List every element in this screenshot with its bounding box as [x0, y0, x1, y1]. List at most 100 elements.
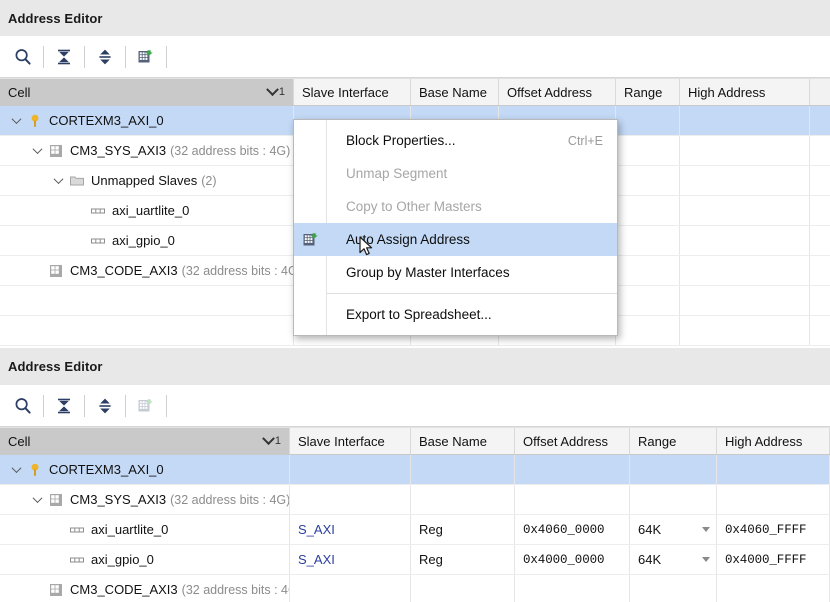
cell-name-cell: axi_gpio_0 — [0, 226, 294, 255]
search-icon — [13, 396, 33, 416]
high-address-cell[interactable]: 0x4000_FFFF — [717, 545, 830, 574]
cell-name-cell: CM3_CODE_AXI3(32 address bits : 4G) — [0, 256, 294, 285]
interface-grid-icon — [48, 492, 64, 508]
search-button[interactable] — [6, 389, 40, 423]
empty-cell — [680, 316, 810, 345]
table-row[interactable]: axi_gpio_0 S_AXI Reg 0x4000_0000 64K 0x4000_F… — [0, 545, 830, 575]
master-pin-icon — [27, 113, 43, 129]
expand-collapse-chevron-icon[interactable] — [50, 173, 66, 189]
column-header-base-name[interactable]: Base Name — [411, 79, 499, 105]
column-header-range[interactable]: Range — [616, 79, 680, 105]
cell-label: CM3_CODE_AXI3 — [70, 263, 178, 278]
high-address-cell — [717, 485, 830, 514]
high-address-cell[interactable]: 0x4060_FFFF — [717, 515, 830, 544]
twisty-spacer — [71, 233, 87, 249]
range-cell — [630, 455, 717, 484]
expand-collapse-chevron-icon[interactable] — [29, 492, 45, 508]
offset-address-cell[interactable]: 0x4000_0000 — [515, 545, 630, 574]
expand-all-button[interactable] — [88, 389, 122, 423]
sort-order-number: 1 — [275, 435, 281, 447]
context-menu-item[interactable]: Group by Master Interfaces — [294, 256, 617, 289]
column-header-offset-address[interactable]: Offset Address — [499, 79, 616, 105]
offset-address-cell — [515, 575, 630, 602]
range-cell — [630, 485, 717, 514]
cell-label: CM3_SYS_AXI3 — [70, 143, 166, 158]
expand-all-icon — [95, 47, 115, 67]
cell-name-cell: Unmapped Slaves(2) — [0, 166, 294, 195]
context-menu-item[interactable]: Auto Assign Address — [294, 223, 617, 256]
expand-all-button[interactable] — [88, 40, 122, 74]
column-header-offset-address[interactable]: Offset Address — [515, 428, 630, 454]
collapse-all-button[interactable] — [47, 389, 81, 423]
sort-indicator: 1 — [268, 86, 285, 98]
expand-collapse-chevron-icon[interactable] — [8, 462, 24, 478]
range-cell[interactable]: 64K — [630, 545, 717, 574]
table-row[interactable]: CM3_SYS_AXI3(32 address bits : 4G) — [0, 485, 830, 515]
segment-icon — [90, 233, 106, 249]
range-cell — [616, 256, 680, 285]
high-address-cell — [680, 106, 810, 135]
column-header-cell[interactable]: Cell1 — [0, 428, 290, 454]
auto-assign-address-icon — [137, 48, 155, 66]
offset-address-cell — [515, 485, 630, 514]
offset-address-cell[interactable]: 0x4060_0000 — [515, 515, 630, 544]
interface-grid-icon — [48, 263, 64, 279]
table-row[interactable]: CORTEXM3_AXI_0 — [0, 455, 830, 485]
range-value: 64K — [638, 552, 661, 567]
high-address-cell-value: 0x4060_FFFF — [725, 523, 806, 537]
high-address-cell — [717, 575, 830, 602]
column-header-high-address[interactable]: High Address — [680, 79, 810, 105]
range-cell — [616, 226, 680, 255]
high-address-cell — [680, 196, 810, 225]
slave-interface-cell[interactable]: S_AXI — [290, 545, 411, 574]
search-button[interactable] — [6, 40, 40, 74]
column-header-range[interactable]: Range — [630, 428, 717, 454]
column-header-slave-interface[interactable]: Slave Interface — [294, 79, 411, 105]
context-menu-item: Copy to Other Masters — [294, 190, 617, 223]
chevron-down-icon — [266, 83, 279, 96]
auto-assign-address-button[interactable] — [129, 40, 163, 74]
column-header-label: Range — [624, 85, 662, 100]
expand-collapse-chevron-icon[interactable] — [8, 113, 24, 129]
column-header-high-address[interactable]: High Address — [717, 428, 830, 454]
context-menu-item-label: Unmap Segment — [346, 166, 447, 181]
cell-name-cell: CORTEXM3_AXI_0 — [0, 455, 290, 484]
table-row[interactable]: CM3_CODE_AXI3 (32 address bits : 4G) — [0, 575, 830, 602]
chevron-down-icon — [262, 432, 275, 445]
cell-sublabel: (32 address bits : 4G) — [182, 583, 290, 597]
column-header-slave-interface[interactable]: Slave Interface — [290, 428, 411, 454]
base-name-cell-value: Reg — [419, 522, 443, 537]
cell-sublabel: (2) — [201, 174, 216, 188]
cell-name-cell: CORTEXM3_AXI_0 — [0, 106, 294, 135]
context-menu[interactable]: Block Properties...Ctrl+E Unmap Segment Co… — [293, 119, 618, 336]
column-header-cell[interactable]: Cell 1 — [0, 79, 294, 105]
table-row[interactable]: axi_uartlite_0 S_AXI Reg 0x4060_000064K 0x40… — [0, 515, 830, 545]
column-header-base-name[interactable]: Base Name — [411, 428, 515, 454]
table-header-bottom: Cell1Slave InterfaceBase NameOffset Addr… — [0, 427, 830, 455]
cell-label: axi_gpio_0 — [91, 552, 154, 567]
collapse-all-icon — [54, 396, 74, 416]
slave-interface-cell-value: S_AXI — [298, 552, 335, 567]
cell-name-cell: CM3_CODE_AXI3 (32 address bits : 4G) — [0, 575, 290, 602]
base-name-cell[interactable]: Reg — [411, 545, 515, 574]
chevron-down-icon[interactable] — [702, 527, 710, 532]
range-cell[interactable]: 64K — [630, 515, 717, 544]
collapse-all-button[interactable] — [47, 40, 81, 74]
context-menu-item[interactable]: Block Properties...Ctrl+E — [294, 124, 617, 157]
slave-interface-cell[interactable]: S_AXI — [290, 515, 411, 544]
cell-label: CM3_CODE_AXI3 — [70, 582, 178, 597]
expand-collapse-chevron-icon[interactable] — [29, 143, 45, 159]
context-menu-item[interactable]: Export to Spreadsheet... — [294, 298, 617, 331]
interface-grid-icon — [48, 143, 64, 159]
context-menu-item-shortcut: Ctrl+E — [568, 134, 603, 148]
cell-name-cell: axi_uartlite_0 — [0, 515, 290, 544]
chevron-down-icon[interactable] — [702, 557, 710, 562]
twisty-spacer — [29, 582, 45, 598]
base-name-cell[interactable]: Reg — [411, 515, 515, 544]
cell-label: axi_gpio_0 — [112, 233, 175, 248]
column-header-label: Cell — [8, 85, 30, 100]
context-menu-item-label: Copy to Other Masters — [346, 199, 482, 214]
slave-interface-cell-value: S_AXI — [298, 522, 335, 537]
offset-address-cell-value: 0x4000_0000 — [523, 553, 604, 567]
toolbar-separator — [43, 395, 44, 417]
